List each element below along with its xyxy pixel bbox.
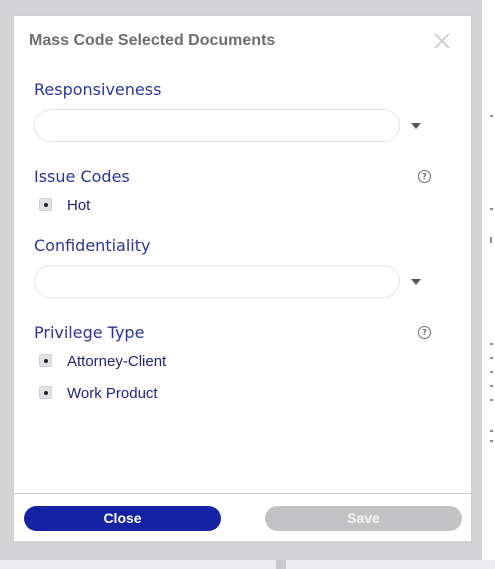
close-icon[interactable]: [433, 32, 451, 50]
mass-code-dialog: Mass Code Selected Documents Responsiven…: [13, 15, 472, 541]
help-circle-icon[interactable]: ?: [418, 170, 431, 183]
checkbox[interactable]: [39, 386, 52, 399]
close-button[interactable]: Close: [24, 506, 221, 531]
checkbox[interactable]: [39, 198, 52, 211]
option-label: Attorney-Client: [67, 353, 167, 370]
background-mark: [490, 440, 493, 442]
option-label: Hot: [67, 197, 91, 214]
checkbox-dot: [43, 390, 48, 395]
option-label: Work Product: [67, 385, 158, 402]
save-button[interactable]: Save: [265, 506, 462, 531]
responsiveness-select[interactable]: [34, 109, 400, 142]
background-mark: [490, 385, 493, 387]
chevron-down-icon[interactable]: [411, 123, 421, 129]
background-mark: [490, 115, 493, 117]
background-mark: [490, 371, 493, 373]
background-mark: [490, 430, 493, 432]
privilege-type-label: Privilege Type: [34, 323, 145, 342]
background-strip: [0, 560, 495, 569]
checkbox-dot: [43, 202, 48, 207]
confidentiality-select[interactable]: [34, 265, 400, 298]
dialog-title: Mass Code Selected Documents: [29, 32, 276, 49]
background-divider: [276, 560, 286, 569]
background-panel: [482, 0, 495, 560]
background-mark: [490, 237, 492, 243]
responsiveness-label: Responsiveness: [34, 80, 162, 99]
checkbox[interactable]: [39, 354, 52, 367]
issue-codes-label: Issue Codes: [34, 167, 130, 186]
dialog-footer: Close Save: [14, 493, 471, 541]
background-mark: [490, 208, 493, 210]
background-mark: [490, 357, 493, 359]
chevron-down-icon[interactable]: [411, 279, 421, 285]
background-mark: [490, 399, 493, 401]
confidentiality-label: Confidentiality: [34, 236, 151, 255]
background-mark: [490, 343, 493, 345]
checkbox-dot: [43, 358, 48, 363]
help-circle-icon[interactable]: ?: [418, 326, 431, 339]
